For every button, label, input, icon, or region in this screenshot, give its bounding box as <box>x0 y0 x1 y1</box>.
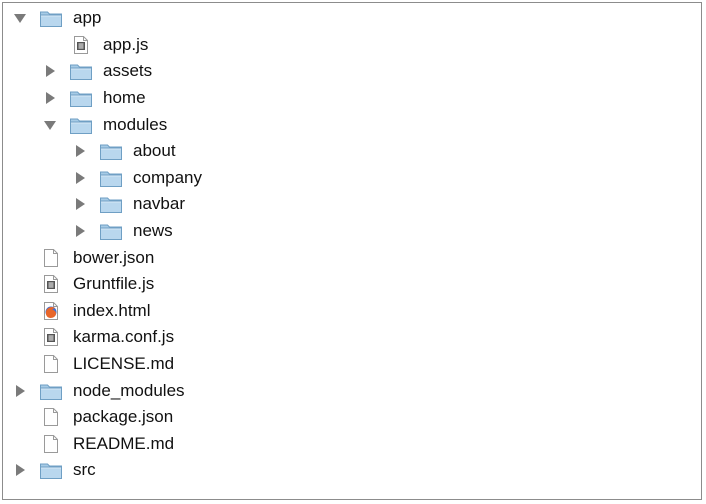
tree-row-label: company <box>133 167 202 187</box>
tree-row-navbar[interactable]: navbar <box>3 191 701 218</box>
tree-row-karma-conf-js[interactable]: karma.conf.js <box>3 324 701 351</box>
folder-icon <box>39 381 63 401</box>
tree-row-assets[interactable]: assets <box>3 58 701 85</box>
tree-row-modules[interactable]: modules <box>3 111 701 138</box>
script-file-icon <box>72 35 90 55</box>
tree-row-label: news <box>133 221 173 241</box>
document-file-icon <box>42 407 60 427</box>
script-file-icon <box>42 274 60 294</box>
tree-row-label: karma.conf.js <box>73 327 175 347</box>
disclosure-collapsed-icon[interactable] <box>43 64 57 78</box>
tree-row-label: index.html <box>73 300 151 320</box>
folder-icon <box>69 61 93 81</box>
folder-icon <box>99 141 123 161</box>
disclosure-collapsed-icon[interactable] <box>73 144 87 158</box>
tree-row-license-md[interactable]: LICENSE.md <box>3 351 701 378</box>
tree-row-label: package.json <box>73 407 174 427</box>
tree-row-home[interactable]: home <box>3 85 701 112</box>
tree-row-label: app <box>73 8 102 28</box>
firefox-html-file-icon <box>42 301 60 321</box>
tree-row-news[interactable]: news <box>3 218 701 245</box>
tree-row-company[interactable]: company <box>3 165 701 192</box>
tree-row-label: navbar <box>133 194 185 214</box>
tree-row-label: modules <box>103 114 168 134</box>
tree-row-label: about <box>133 141 176 161</box>
tree-row-gruntfile-js[interactable]: Gruntfile.js <box>3 271 701 298</box>
disclosure-collapsed-icon[interactable] <box>13 463 27 477</box>
tree-row-app-js[interactable]: app.js <box>3 32 701 59</box>
folder-icon <box>69 88 93 108</box>
disclosure-collapsed-icon[interactable] <box>73 171 87 185</box>
tree-row-package-json[interactable]: package.json <box>3 404 701 431</box>
disclosure-expanded-icon[interactable] <box>43 118 57 132</box>
tree-row-label: README.md <box>73 433 175 453</box>
document-file-icon <box>42 434 60 454</box>
file-tree: app app.js assets home modules about company na… <box>3 5 701 484</box>
folder-icon <box>99 168 123 188</box>
document-file-icon <box>42 354 60 374</box>
disclosure-collapsed-icon[interactable] <box>13 384 27 398</box>
document-file-icon <box>42 248 60 268</box>
folder-icon <box>99 221 123 241</box>
disclosure-collapsed-icon[interactable] <box>73 197 87 211</box>
tree-row-label: assets <box>103 61 153 81</box>
tree-row-label: LICENSE.md <box>73 354 175 374</box>
file-browser-window: app app.js assets home modules about company na… <box>2 2 702 500</box>
folder-icon <box>69 115 93 135</box>
folder-icon <box>99 194 123 214</box>
tree-row-readme-md[interactable]: README.md <box>3 431 701 458</box>
folder-icon <box>39 460 63 480</box>
disclosure-collapsed-icon[interactable] <box>73 224 87 238</box>
disclosure-expanded-icon[interactable] <box>13 11 27 25</box>
tree-row-label: app.js <box>103 34 149 54</box>
tree-row-label: node_modules <box>73 380 185 400</box>
tree-row-node-modules[interactable]: node_modules <box>3 377 701 404</box>
tree-row-index-html[interactable]: index.html <box>3 298 701 325</box>
folder-icon <box>39 8 63 28</box>
tree-row-bower-json[interactable]: bower.json <box>3 244 701 271</box>
tree-row-app[interactable]: app <box>3 5 701 32</box>
disclosure-collapsed-icon[interactable] <box>43 91 57 105</box>
tree-row-label: bower.json <box>73 247 155 267</box>
tree-row-about[interactable]: about <box>3 138 701 165</box>
script-file-icon <box>42 327 60 347</box>
tree-row-src[interactable]: src <box>3 457 701 484</box>
tree-row-label: home <box>103 88 146 108</box>
tree-row-label: src <box>73 460 96 480</box>
tree-row-label: Gruntfile.js <box>73 274 155 294</box>
